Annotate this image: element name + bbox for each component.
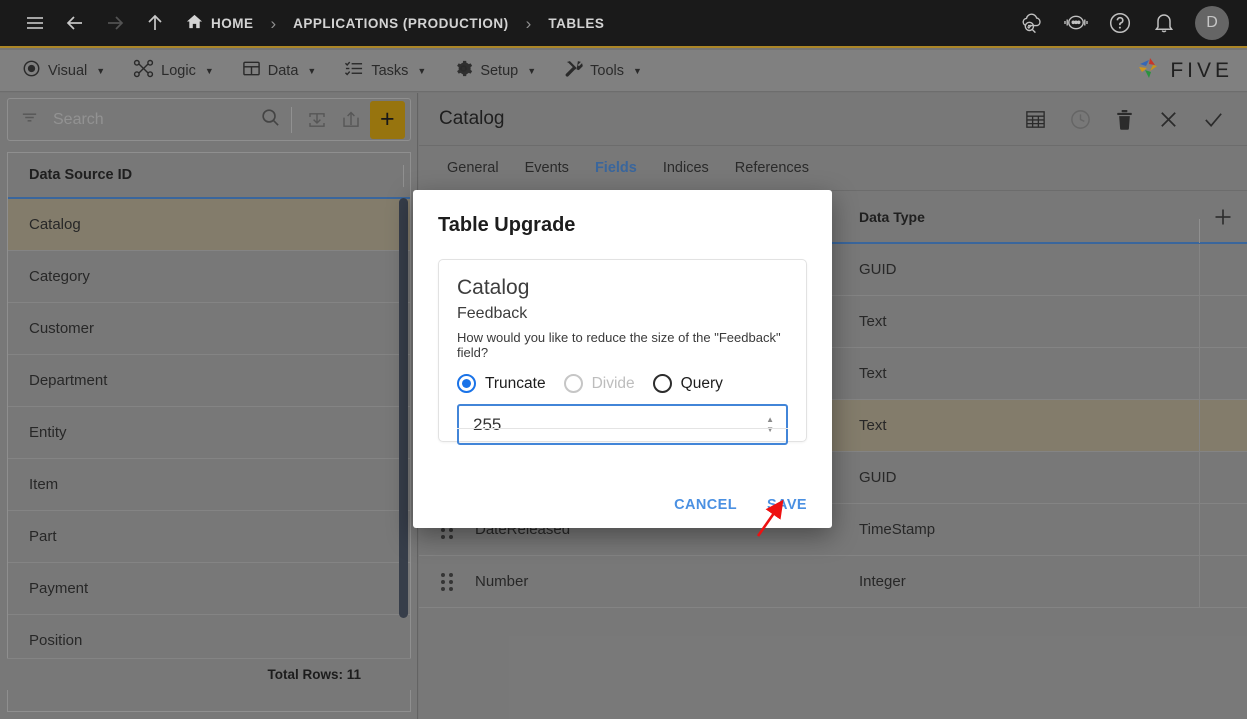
dialog-title: Table Upgrade <box>438 214 576 236</box>
stepper-up-icon[interactable]: ▲ <box>766 416 774 424</box>
radio-label-truncate: Truncate <box>485 374 546 392</box>
dialog-field-name: Feedback <box>457 305 528 322</box>
truncate-length-field[interactable]: 255 ▲ ▼ <box>457 404 788 445</box>
dialog-actions: CANCEL SAVE <box>674 497 807 513</box>
dialog-question: How would you like to reduce the size of… <box>457 330 781 360</box>
radio-button-truncate[interactable] <box>457 374 476 393</box>
card-divider <box>457 428 788 429</box>
radio-option-truncate[interactable]: Truncate <box>457 374 546 393</box>
reduce-mode-radio-group: Truncate Divide Query <box>457 374 788 393</box>
radio-label-divide: Divide <box>591 374 635 392</box>
upgrade-options-card: Catalog Feedback How would you like to r… <box>438 259 807 445</box>
dialog-table-name: Catalog <box>457 276 530 299</box>
cancel-button[interactable]: CANCEL <box>674 497 737 513</box>
number-stepper[interactable]: ▲ ▼ <box>766 416 774 434</box>
radio-button-query[interactable] <box>652 374 672 393</box>
radio-button-divide <box>563 374 583 393</box>
radio-option-divide: Divide <box>563 374 635 393</box>
table-upgrade-dialog: Table Upgrade Catalog Feedback How would… <box>413 190 832 528</box>
app-root: HOME › APPLICATIONS (PRODUCTION) › TABLE… <box>0 0 1247 719</box>
radio-label-query: Query <box>680 374 723 392</box>
radio-option-query[interactable]: Query <box>652 374 723 393</box>
truncate-length-value[interactable]: 255 <box>473 415 766 435</box>
save-button[interactable]: SAVE <box>767 497 807 513</box>
